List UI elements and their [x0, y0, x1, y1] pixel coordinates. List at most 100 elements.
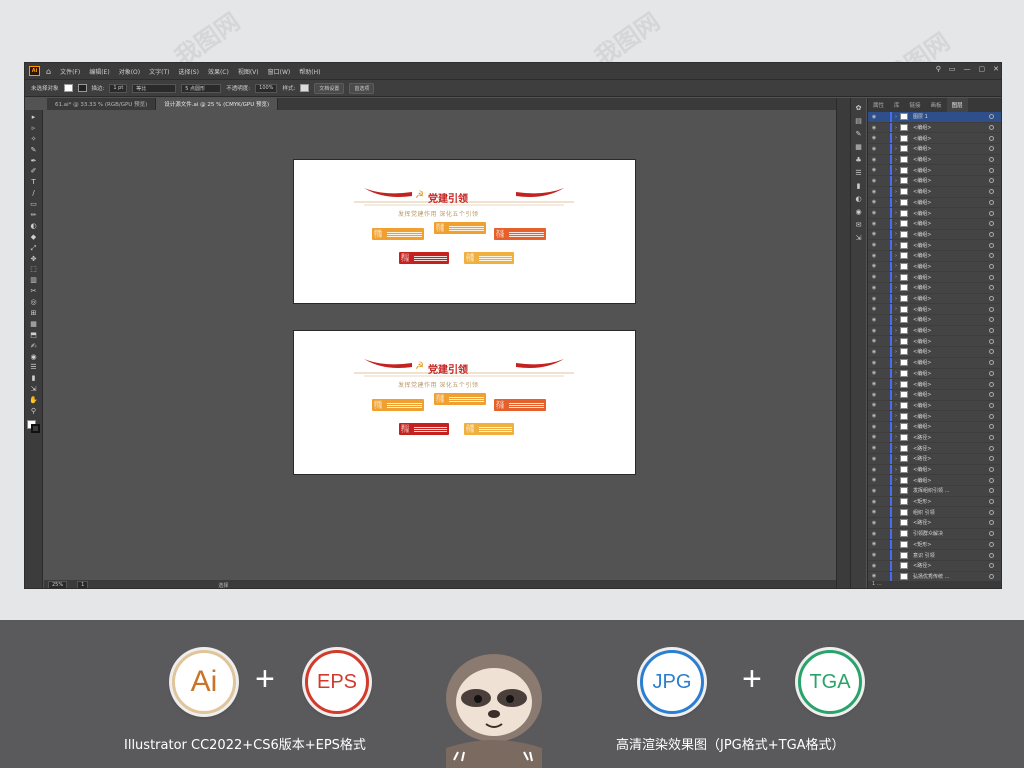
layer-row[interactable]: ◉ › <编组> [868, 122, 1001, 134]
tab-links[interactable]: 链接 [905, 98, 926, 112]
visibility-eye-icon[interactable]: ◉ [868, 135, 880, 141]
expand-arrow-icon[interactable]: › [892, 434, 900, 440]
visibility-eye-icon[interactable]: ◉ [868, 125, 880, 131]
layer-row[interactable]: ◉ <矩形> [868, 539, 1001, 551]
stroke-profile-select[interactable]: 等比 [132, 83, 177, 93]
target-circle-icon[interactable] [989, 467, 994, 473]
minimize-icon[interactable]: — [964, 65, 971, 73]
opacity-field[interactable]: 100% [255, 83, 278, 93]
target-circle-icon[interactable] [989, 167, 994, 173]
layer-row[interactable]: ◉ 组织 引领 [868, 507, 1001, 519]
layer-row[interactable]: ◉ › <编组> [868, 250, 1001, 262]
tool-5-icon[interactable]: ✐ [27, 167, 41, 176]
expand-arrow-icon[interactable]: › [892, 392, 900, 398]
tab-layers[interactable]: 图层 [946, 98, 968, 112]
target-circle-icon[interactable] [989, 552, 994, 558]
tool-16-icon[interactable]: ✂ [27, 287, 41, 296]
layer-row[interactable]: ◉ › <编组> [868, 368, 1001, 380]
target-circle-icon[interactable] [989, 242, 994, 248]
target-circle-icon[interactable] [989, 370, 994, 376]
target-circle-icon[interactable] [989, 328, 994, 334]
layer-row[interactable]: ◉ › <编组> [868, 283, 1001, 294]
expand-arrow-icon[interactable]: › [892, 221, 900, 227]
target-circle-icon[interactable] [989, 456, 994, 462]
target-circle-icon[interactable] [989, 146, 994, 152]
layer-row[interactable]: ◉ › <编组> [868, 197, 1001, 209]
layer-row[interactable]: ◉ <路径> [868, 560, 1001, 572]
target-circle-icon[interactable] [989, 445, 994, 451]
tab-properties[interactable]: 属性 [868, 98, 889, 112]
layer-row[interactable]: ◉ › <编组> [868, 261, 1001, 273]
menu-effect[interactable]: 效果(C) [208, 67, 229, 76]
artboard-nav-field[interactable]: 1 [77, 580, 89, 588]
swatches-icon[interactable]: ▦ [855, 143, 862, 151]
target-circle-icon[interactable] [989, 274, 994, 280]
layer-row[interactable]: ◉ <矩形> [868, 496, 1001, 508]
tool-21-icon[interactable]: ✍ [27, 342, 41, 351]
tool-13-icon[interactable]: ✥ [27, 255, 41, 264]
visibility-eye-icon[interactable]: ◉ [868, 402, 880, 408]
target-circle-icon[interactable] [989, 199, 994, 205]
expand-arrow-icon[interactable]: › [892, 445, 900, 451]
target-circle-icon[interactable] [989, 114, 994, 120]
tab-libraries[interactable]: 库 [889, 98, 905, 112]
visibility-eye-icon[interactable]: ◉ [868, 531, 880, 537]
visibility-eye-icon[interactable]: ◉ [868, 167, 880, 173]
layer-row[interactable]: ◉ › <编组> [868, 165, 1001, 177]
appearance-icon[interactable]: ✿ [856, 104, 862, 112]
visibility-eye-icon[interactable]: ◉ [868, 413, 880, 419]
target-circle-icon[interactable] [989, 221, 994, 227]
expand-arrow-icon[interactable]: › [892, 135, 900, 141]
target-circle-icon[interactable] [989, 488, 994, 494]
layer-row[interactable]: ◉ › <编组> [868, 208, 1001, 219]
export-icon[interactable]: ⇲ [856, 234, 862, 242]
menu-help[interactable]: 帮助(H) [299, 67, 320, 76]
visibility-eye-icon[interactable]: ◉ [868, 541, 880, 547]
layer-row[interactable]: ◉ › <编组> [868, 347, 1001, 358]
tool-17-icon[interactable]: ◎ [27, 298, 41, 307]
visibility-eye-icon[interactable]: ◉ [868, 434, 880, 440]
stroke-swatch[interactable] [77, 84, 87, 92]
layer-row[interactable]: ◉ 意识 引领 [868, 550, 1001, 561]
expand-arrow-icon[interactable]: › [892, 263, 900, 269]
visibility-eye-icon[interactable]: ◉ [868, 221, 880, 227]
visibility-eye-icon[interactable]: ◉ [868, 370, 880, 376]
visibility-eye-icon[interactable]: ◉ [868, 520, 880, 526]
brush-select[interactable]: 5 点圆形 [181, 83, 222, 93]
visibility-eye-icon[interactable]: ◉ [868, 306, 880, 312]
color-guide-icon[interactable]: ◉ [855, 208, 861, 216]
visibility-eye-icon[interactable]: ◉ [868, 509, 880, 515]
layer-row[interactable]: ◉ › <编组> [868, 379, 1001, 390]
visibility-eye-icon[interactable]: ◉ [868, 178, 880, 184]
target-circle-icon[interactable] [989, 253, 994, 259]
visibility-eye-icon[interactable]: ◉ [868, 349, 880, 355]
menu-select[interactable]: 选择(S) [178, 67, 199, 76]
arrange-icon[interactable]: ▭ [949, 65, 956, 73]
layer-row[interactable]: ◉ › <编组> [868, 336, 1001, 348]
menu-window[interactable]: 窗口(W) [268, 67, 291, 76]
layer-row[interactable]: ◉ › <编组> [868, 186, 1001, 198]
target-circle-icon[interactable] [989, 392, 994, 398]
gradient-icon[interactable]: ▮ [857, 182, 861, 190]
layer-row[interactable]: ◉ › <编组> [868, 144, 1001, 155]
tool-12-icon[interactable]: ⤢ [27, 244, 41, 253]
target-circle-icon[interactable] [989, 499, 994, 505]
tool-25-icon[interactable]: ⇲ [27, 385, 41, 394]
target-circle-icon[interactable] [989, 338, 994, 344]
expand-arrow-icon[interactable]: › [892, 178, 900, 184]
home-icon[interactable]: ⌂ [46, 67, 51, 76]
expand-arrow-icon[interactable]: › [892, 349, 900, 355]
brushes-icon[interactable]: ✎ [856, 130, 862, 138]
expand-arrow-icon[interactable]: › [892, 477, 900, 483]
expand-arrow-icon[interactable]: › [892, 146, 900, 152]
layer-row[interactable]: ◉ › <编组> [868, 304, 1001, 316]
artboard-2[interactable]: ☭ 党建引领 发挥党建作用 深化五个引领 创新引领 资源引领 文化引领 意识引领… [294, 331, 635, 474]
tool-9-icon[interactable]: ✏ [27, 211, 41, 220]
expand-arrow-icon[interactable]: › [892, 114, 900, 120]
visibility-eye-icon[interactable]: ◉ [868, 381, 880, 387]
visibility-eye-icon[interactable]: ◉ [868, 274, 880, 280]
layer-row[interactable]: ◉ <路径> [868, 518, 1001, 529]
expand-arrow-icon[interactable]: › [892, 167, 900, 173]
tool-1-icon[interactable]: ▹ [27, 124, 41, 133]
visibility-eye-icon[interactable]: ◉ [868, 157, 880, 163]
